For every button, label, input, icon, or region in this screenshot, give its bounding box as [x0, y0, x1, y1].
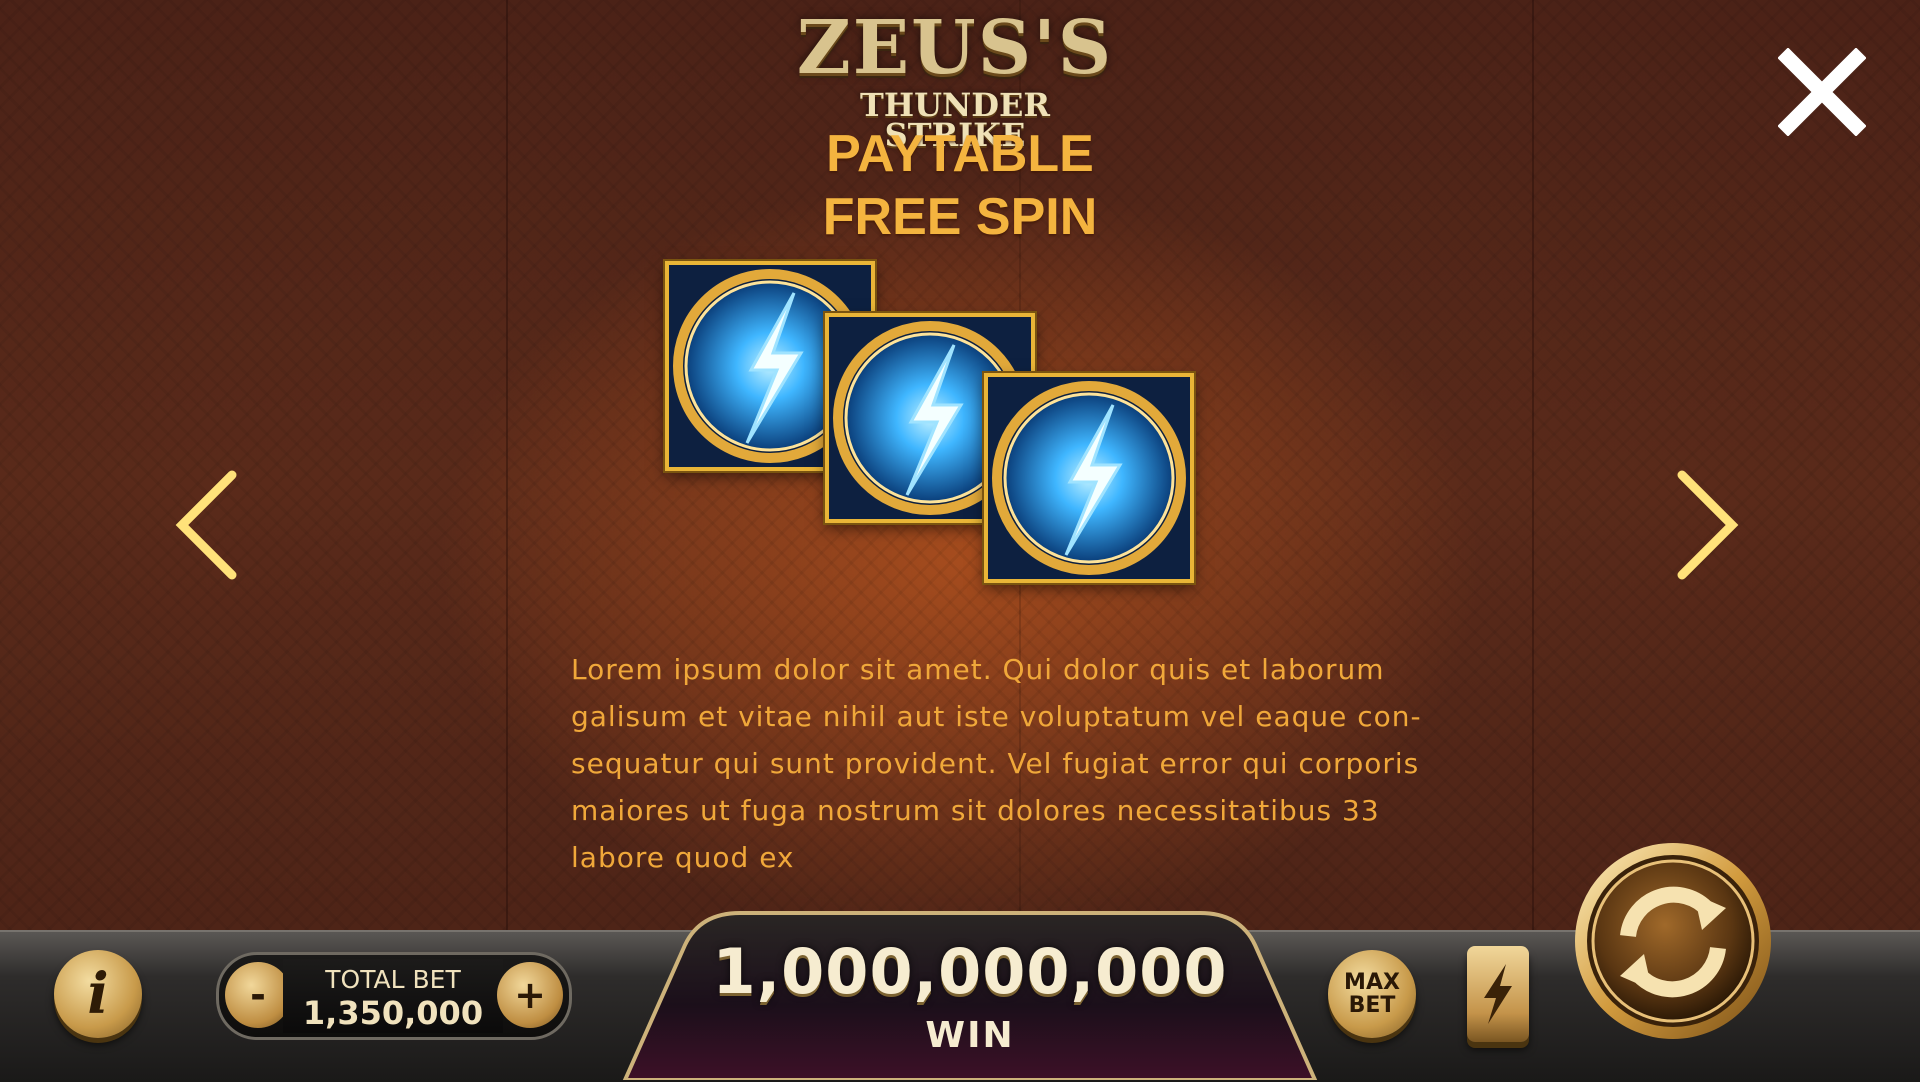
total-bet-label: TOTAL BET — [325, 965, 461, 994]
close-icon — [1777, 47, 1867, 137]
panel-divider — [506, 0, 508, 930]
total-bet-display: TOTAL BET 1,350,000 — [283, 959, 503, 1033]
total-bet-control: - TOTAL BET 1,350,000 + — [216, 952, 572, 1040]
close-button[interactable] — [1777, 47, 1867, 137]
chevron-left-icon — [175, 470, 237, 580]
win-amount: 1,000,000,000 — [712, 935, 1228, 1008]
refresh-icon — [1575, 843, 1771, 1039]
max-bet-button[interactable]: MAX BET — [1328, 950, 1416, 1038]
lightning-icon — [1484, 964, 1512, 1024]
chevron-right-icon — [1677, 470, 1739, 580]
info-icon: i — [87, 961, 109, 1027]
info-button[interactable]: i — [54, 950, 142, 1038]
prev-page-button[interactable] — [172, 470, 242, 580]
symbol-description: Lorem ipsum dolor sit amet. Qui dolor qu… — [571, 646, 1471, 881]
description-line: labore quod ex — [571, 841, 795, 874]
lightning-orb-symbol — [984, 373, 1194, 583]
logo-title: ZEUS'S — [796, 5, 1114, 91]
max-bet-label: MAX BET — [1344, 970, 1400, 1018]
spin-button[interactable] — [1570, 838, 1776, 1044]
win-label: WIN — [925, 1015, 1015, 1056]
turbo-button[interactable] — [1467, 946, 1529, 1042]
total-bet-value: 1,350,000 — [302, 994, 484, 1032]
next-page-button[interactable] — [1672, 470, 1742, 580]
increase-bet-button[interactable]: + — [497, 962, 563, 1028]
lightning-orb-icon — [992, 381, 1186, 575]
description-line: sequatur qui sunt provident. Vel fugiat … — [571, 747, 1420, 780]
description-line: Lorem ipsum dolor sit amet. Qui dolor qu… — [571, 653, 1385, 686]
decrease-bet-button[interactable]: - — [225, 962, 291, 1028]
description-line: galisum et vitae nihil aut iste voluptat… — [571, 700, 1422, 733]
paytable-title: PAYTABLE — [826, 125, 1094, 183]
symbol-title: FREE SPIN — [822, 188, 1098, 246]
description-line: maiores ut fuga nostrum sit dolores nece… — [571, 794, 1380, 827]
panel-divider — [1532, 0, 1534, 930]
